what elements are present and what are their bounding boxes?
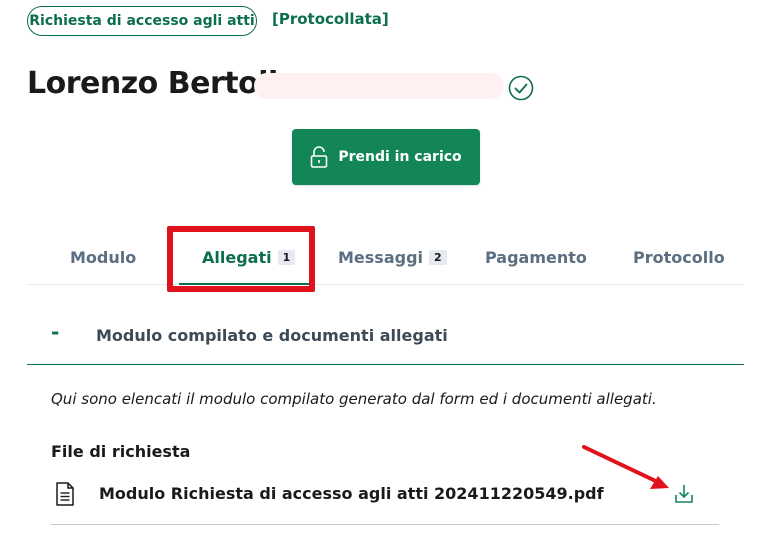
tab-pagamento[interactable]: Pagamento xyxy=(485,230,587,284)
lock-open-icon xyxy=(311,146,328,168)
file-name[interactable]: Modulo Richiesta di accesso agli atti 20… xyxy=(99,484,604,503)
annotation-highlight-box xyxy=(167,226,315,292)
tab-messaggi[interactable]: Messaggi 2 xyxy=(338,230,447,284)
take-charge-button[interactable]: Prendi in carico xyxy=(292,129,480,185)
accordion-header[interactable]: - Modulo compilato e documenti allegati xyxy=(27,308,744,365)
tabs-bar: Modulo Allegati 1 Messaggi 2 Pagamento P… xyxy=(27,230,744,285)
tab-protocollo[interactable]: Protocollo xyxy=(633,230,725,284)
section-label: File di richiesta xyxy=(51,442,191,461)
annotation-arrow-icon xyxy=(582,445,669,489)
page-title: Lorenzo Bertoli xyxy=(27,66,278,101)
request-type-pill[interactable]: Richiesta di accesso agli atti xyxy=(27,6,257,36)
collapse-icon[interactable]: - xyxy=(51,320,59,344)
tab-label: Messaggi xyxy=(338,247,424,267)
document-icon xyxy=(56,482,74,506)
tab-modulo[interactable]: Modulo xyxy=(70,230,136,284)
check-circle-icon xyxy=(508,75,534,101)
tab-label: Protocollo xyxy=(633,247,725,267)
tab-label: Pagamento xyxy=(485,247,587,267)
take-charge-label: Prendi in carico xyxy=(338,149,462,165)
tab-label: Modulo xyxy=(70,247,137,267)
status-label: [Protocollata] xyxy=(272,10,389,28)
redacted-field xyxy=(254,73,504,99)
accordion-description: Qui sono elencati il modulo compilato ge… xyxy=(51,390,657,408)
accordion-title: Modulo compilato e documenti allegati xyxy=(96,326,448,345)
tab-count-badge: 2 xyxy=(429,249,447,265)
